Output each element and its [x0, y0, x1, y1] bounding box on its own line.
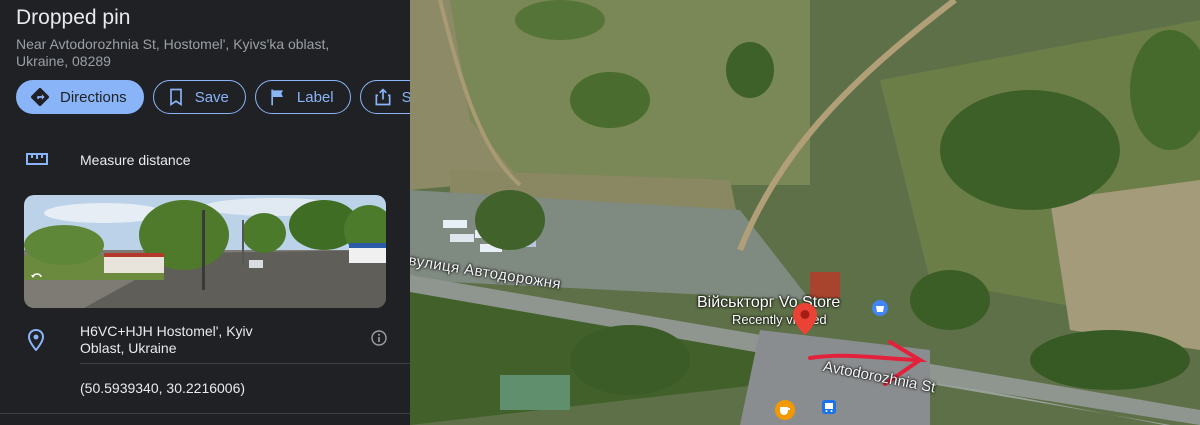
measure-distance-row[interactable]: Measure distance [0, 140, 410, 180]
divider [0, 413, 410, 414]
plus-code-text: H6VC+HJH Hostomel', Kyiv Oblast, Ukraine [80, 323, 280, 357]
bus-stop-icon[interactable] [822, 400, 836, 414]
place-address: Near Avtodorozhnia St, Hostomel', Kyivs'… [16, 36, 330, 69]
store-subtitle: Recently viewed [732, 312, 827, 327]
satellite-map[interactable]: вулиця Автодорожня Avtodorozhnia St Війс… [410, 0, 1200, 425]
plus-code-line-1: H6VC+HJH Hostomel', Kyiv [80, 323, 253, 339]
cafe-icon[interactable] [775, 400, 795, 420]
store-name: Військторг Vo Store [697, 294, 841, 311]
dropped-pin-marker-icon[interactable] [792, 302, 818, 336]
bookmark-icon [166, 87, 186, 107]
directions-button[interactable]: Directions [16, 80, 144, 114]
share-icon [373, 87, 393, 107]
store-marker-icon[interactable] [872, 300, 888, 316]
save-label: Save [194, 88, 229, 106]
rotate-icon [30, 270, 44, 288]
label-button[interactable]: Label [254, 80, 351, 114]
ruler-icon [26, 152, 48, 171]
location-pin-icon [27, 328, 45, 356]
label-label: Label [296, 88, 334, 106]
action-buttons: Directions Save Label S [16, 80, 410, 114]
measure-distance-label: Measure distance [80, 152, 191, 168]
street-view-thumbnail[interactable] [24, 195, 386, 308]
plus-code-row[interactable]: H6VC+HJH Hostomel', Kyiv Oblast, Ukraine [0, 318, 410, 364]
plus-code-line-2: Oblast, Ukraine [80, 340, 177, 356]
place-details-panel: Dropped pin Near Avtodorozhnia St, Hosto… [0, 0, 410, 425]
coordinates[interactable]: (50.5939340, 30.2216006) [80, 380, 245, 396]
divider [80, 363, 410, 364]
store-label[interactable]: Військторг Vo Store Recently viewed [697, 294, 840, 327]
directions-label: Directions [60, 88, 127, 106]
save-button[interactable]: Save [152, 80, 246, 114]
flag-icon [268, 87, 288, 107]
share-label: S [401, 88, 410, 106]
directions-icon [29, 86, 51, 108]
share-button[interactable]: S [359, 80, 410, 114]
place-title: Dropped pin [16, 6, 131, 29]
info-icon[interactable] [371, 330, 387, 351]
